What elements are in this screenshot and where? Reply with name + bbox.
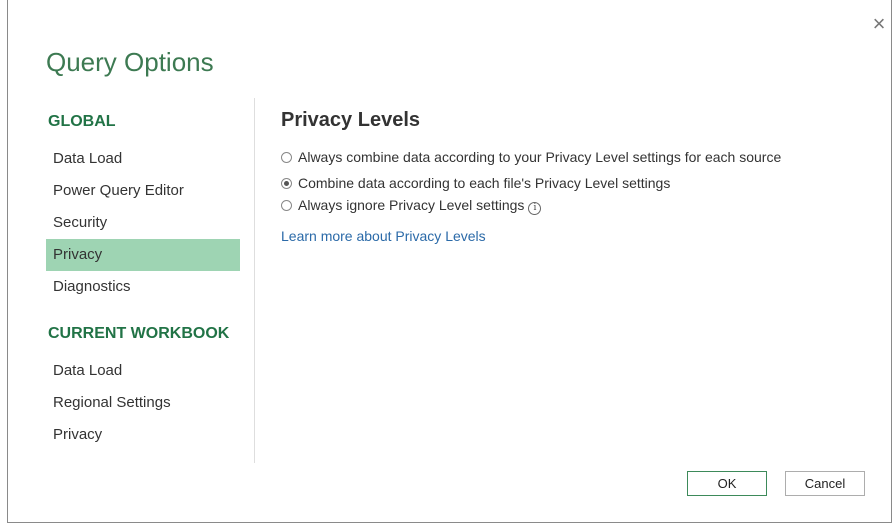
sidebar-item-security[interactable]: Security <box>46 207 240 239</box>
sidebar-item-privacy[interactable]: Privacy <box>46 239 240 271</box>
sidebar-item-regional-settings[interactable]: Regional Settings <box>46 387 240 419</box>
radio-button-combine-per-file[interactable] <box>281 178 292 189</box>
radio-label[interactable]: Combine data according to each file's Pr… <box>298 172 818 194</box>
close-icon[interactable]: × <box>869 13 889 35</box>
sidebar-item-data-load[interactable]: Data Load <box>46 143 240 175</box>
radio-label[interactable]: Always combine data according to your Pr… <box>298 146 818 168</box>
learn-more-link[interactable]: Learn more about Privacy Levels <box>281 228 486 244</box>
info-icon[interactable]: i <box>528 202 542 215</box>
radio-option-always-ignore[interactable]: Always ignore Privacy Level settings i <box>281 194 841 216</box>
radio-option-always-combine[interactable]: Always combine data according to your Pr… <box>281 146 841 168</box>
section-header-current-workbook: CURRENT WORKBOOK <box>48 325 230 342</box>
radio-button-always-combine[interactable] <box>281 152 292 163</box>
options-sidebar: GLOBAL Data Load Power Query Editor Secu… <box>46 112 240 451</box>
sidebar-item-power-query-editor[interactable]: Power Query Editor <box>46 175 240 207</box>
ok-button[interactable]: OK <box>687 471 767 496</box>
radio-label[interactable]: Always ignore Privacy Level settings <box>298 197 524 213</box>
cancel-button[interactable]: Cancel <box>785 471 865 496</box>
dialog-title: Query Options <box>46 47 214 77</box>
sidebar-item-workbook-data-load[interactable]: Data Load <box>46 355 240 387</box>
section-header-global: GLOBAL <box>48 113 116 130</box>
query-options-dialog: × Query Options GLOBAL Data Load Power Q… <box>7 0 892 523</box>
radio-option-combine-per-file[interactable]: Combine data according to each file's Pr… <box>281 172 841 194</box>
sidebar-item-workbook-privacy[interactable]: Privacy <box>46 419 240 451</box>
sidebar-item-diagnostics[interactable]: Diagnostics <box>46 271 240 303</box>
radio-button-always-ignore[interactable] <box>281 200 292 211</box>
section-heading: Privacy Levels <box>281 109 420 131</box>
privacy-levels-panel: Privacy Levels Always combine data accor… <box>281 108 841 246</box>
sidebar-divider <box>254 98 255 463</box>
